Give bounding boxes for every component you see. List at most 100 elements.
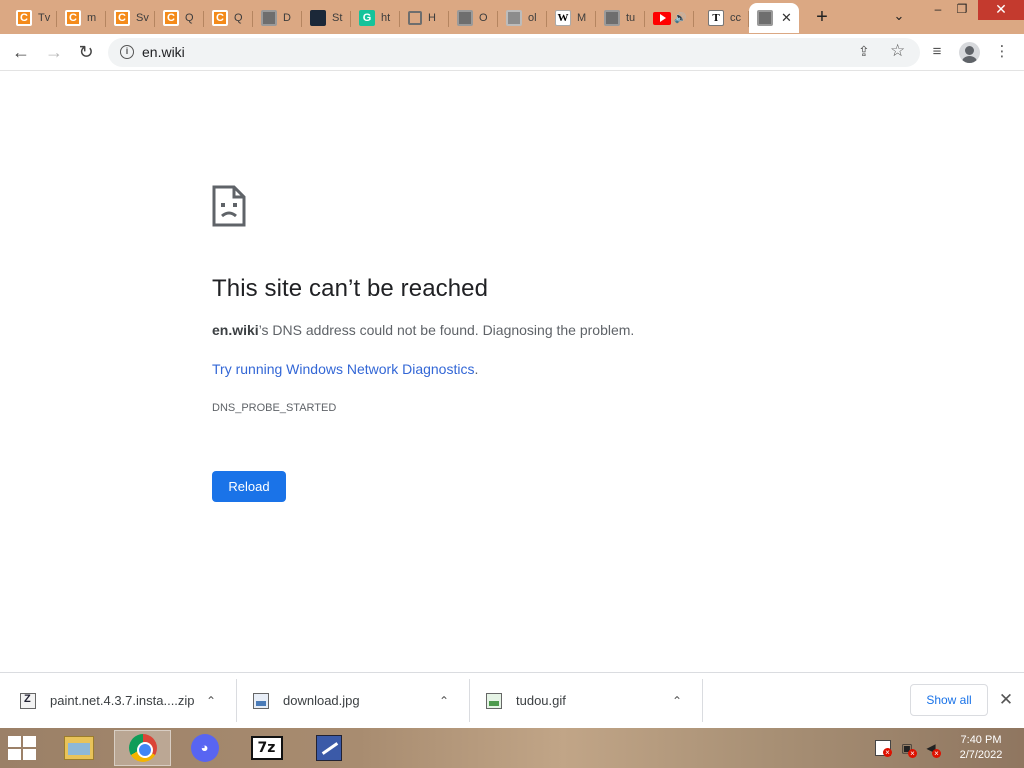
tab-title: Sv	[136, 12, 149, 24]
error-host: en.wiki	[212, 322, 259, 338]
7zip-icon: 7z	[250, 736, 283, 760]
gif-file-icon	[486, 692, 502, 709]
tab-title: m	[87, 12, 97, 24]
browser-toolbar: ← → ↻ i en.wiki ⇪ ☆ ≡ ⋮	[0, 34, 1024, 71]
tab-10[interactable]: O	[449, 3, 498, 33]
error-code: DNS_PROBE_STARTED	[212, 402, 337, 414]
divider	[702, 679, 703, 722]
show-all-downloads-button[interactable]: Show all	[910, 684, 988, 716]
reload-button[interactable]: ↻	[74, 40, 98, 64]
diagnostics-line: Try running Windows Network Diagnostics.	[212, 361, 478, 377]
download-shelf: paint.net.4.3.7.insta....zip ⌃ download.…	[0, 672, 1024, 728]
tab-title: tu	[626, 12, 636, 24]
crunchyroll-icon: C	[212, 10, 228, 26]
download-item[interactable]: tudou.gif ⌃	[486, 679, 696, 722]
new-tab-button[interactable]: +	[810, 5, 834, 29]
tab-9[interactable]: H	[400, 3, 449, 33]
windows-taskbar: ◕ 7z × ▣ × ◀ × 7:40 PM 2/7/2022	[0, 728, 1024, 768]
7zip-taskbar-button[interactable]: 7z	[238, 730, 295, 766]
globe-icon	[604, 10, 620, 26]
chevron-up-icon[interactable]: ⌃	[439, 694, 449, 708]
reading-list-icon[interactable]: ≡	[925, 40, 949, 64]
image-file-icon	[253, 692, 269, 709]
bookmark-star-icon[interactable]: ☆	[890, 41, 905, 61]
tab-strip: C Tv Cm C Sv CQ CQ D St Ght H O ol WM tu 🔊…	[0, 0, 1024, 34]
tab-3[interactable]: C Sv	[106, 3, 155, 33]
error-description-text: ’s DNS address could not be found. Diagn…	[258, 322, 635, 338]
tab-active[interactable]: ✕	[749, 3, 799, 33]
volume-muted-icon[interactable]: ◀ ×	[923, 740, 941, 758]
tab-14[interactable]: 🔊	[645, 3, 694, 33]
restore-button[interactable]: ❐	[946, 0, 978, 20]
grammarly-icon: G	[359, 10, 375, 26]
sad-page-icon	[212, 185, 246, 227]
discord-taskbar-button[interactable]: ◕	[176, 730, 233, 766]
tab-2[interactable]: Cm	[57, 3, 106, 33]
tab-5[interactable]: CQ	[204, 3, 253, 33]
tab-close-icon[interactable]: ✕	[781, 10, 792, 26]
network-icon[interactable]: ▣ ×	[899, 740, 917, 758]
t-icon: T	[708, 10, 724, 26]
tab-4[interactable]: CQ	[155, 3, 204, 33]
forward-button[interactable]: →	[42, 40, 66, 64]
error-badge-icon: ×	[883, 748, 892, 757]
tab-title: Q	[234, 12, 243, 24]
system-clock[interactable]: 7:40 PM 2/7/2022	[952, 733, 1010, 763]
address-bar[interactable]: i en.wiki ⇪ ☆	[108, 38, 920, 67]
chrome-taskbar-button[interactable]	[114, 730, 171, 766]
tab-15[interactable]: Tcc	[700, 3, 749, 33]
tab-11[interactable]: ol	[498, 3, 547, 33]
download-filename: paint.net.4.3.7.insta....zip	[50, 693, 195, 708]
profile-avatar[interactable]	[959, 42, 980, 63]
tab-12[interactable]: WM	[547, 3, 596, 33]
zip-file-icon	[20, 692, 36, 709]
error-title: This site can’t be reached	[212, 275, 489, 302]
share-icon[interactable]: ⇪	[858, 43, 870, 60]
tab-title: Q	[185, 12, 194, 24]
tab-8[interactable]: Ght	[351, 3, 400, 33]
audio-playing-icon[interactable]: 🔊	[674, 13, 686, 24]
tab-title: St	[332, 12, 343, 24]
tab-title: M	[577, 12, 587, 24]
download-item[interactable]: download.jpg ⌃	[253, 679, 463, 722]
tab-title: cc	[730, 12, 741, 24]
download-item[interactable]: paint.net.4.3.7.insta....zip ⌃	[20, 679, 230, 722]
crunchyroll-icon: C	[163, 10, 179, 26]
tab-7[interactable]: St	[302, 3, 351, 33]
download-filename: download.jpg	[283, 693, 360, 708]
file-explorer-taskbar-button[interactable]	[50, 730, 107, 766]
close-window-button[interactable]: ✕	[978, 0, 1024, 20]
discord-icon: ◕	[190, 734, 219, 762]
folder-icon	[63, 736, 94, 760]
tab-search-chevron-icon[interactable]: ⌄	[889, 6, 909, 26]
chevron-up-icon[interactable]: ⌃	[672, 694, 682, 708]
youtube-icon	[653, 11, 671, 25]
clock-time: 7:40 PM	[960, 734, 1002, 746]
chevron-up-icon[interactable]: ⌃	[206, 694, 216, 708]
menu-icon[interactable]: ⋮	[990, 40, 1014, 64]
paintnet-icon	[315, 735, 342, 761]
globe-icon	[757, 10, 773, 26]
diagnostics-link-suffix: .	[474, 361, 479, 377]
close-shelf-icon[interactable]: ✕	[997, 690, 1015, 710]
paintnet-taskbar-button[interactable]	[300, 730, 357, 766]
error-badge-icon: ×	[908, 749, 917, 758]
tab-title: H	[428, 12, 436, 24]
site-info-icon[interactable]: i	[120, 45, 134, 59]
steam-icon	[310, 10, 326, 26]
globe-icon	[457, 10, 473, 26]
action-center-flag-icon[interactable]: ×	[875, 740, 892, 757]
tab-6[interactable]: D	[253, 3, 302, 33]
reload-page-button[interactable]: Reload	[212, 471, 286, 502]
tab-title: Tv	[38, 12, 51, 24]
divider	[469, 679, 470, 722]
tab-13[interactable]: tu	[596, 3, 645, 33]
back-button[interactable]: ←	[9, 40, 33, 64]
windows-start-icon[interactable]	[8, 736, 38, 762]
chrome-icon	[128, 734, 157, 762]
url-text[interactable]: en.wiki	[142, 44, 185, 60]
diagnostics-link[interactable]: Try running Windows Network Diagnostics	[212, 361, 474, 377]
download-filename: tudou.gif	[516, 693, 566, 708]
tab-1[interactable]: C Tv	[8, 3, 57, 33]
tab-title: ht	[381, 12, 391, 24]
